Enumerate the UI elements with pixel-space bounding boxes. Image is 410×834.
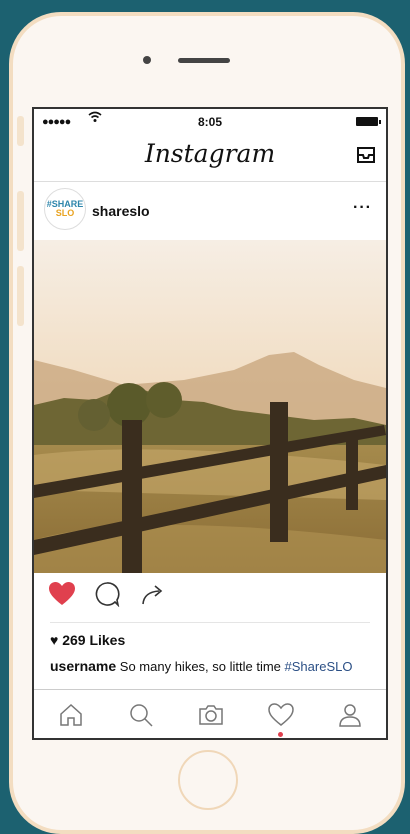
caption-hashtag[interactable]: #ShareSLO (285, 659, 353, 674)
bottom-tab-bar (34, 689, 386, 738)
status-time: 8:05 (197, 115, 223, 129)
caption-text: So many hikes, so little time (119, 659, 281, 674)
heart-outline-icon[interactable] (267, 702, 295, 733)
divider (50, 622, 370, 623)
mute-switch (17, 116, 24, 146)
post-caption: username So many hikes, so little time #… (50, 658, 352, 674)
heart-filled-icon[interactable] (48, 581, 76, 612)
camera-icon[interactable] (197, 702, 225, 733)
avatar-text-bottom: SLO (55, 208, 75, 218)
inbox-icon[interactable] (356, 146, 376, 169)
home-icon[interactable] (58, 702, 84, 733)
top-navigation-bar: Instagram (34, 133, 386, 182)
post-photo[interactable] (34, 240, 386, 573)
battery-icon (356, 117, 381, 126)
likes-label: 269 Likes (62, 632, 126, 648)
account-name[interactable]: shareslo (92, 203, 150, 219)
app-logo: Instagram (144, 139, 276, 168)
earpiece-speaker (178, 58, 230, 63)
home-button[interactable] (178, 750, 238, 810)
volume-up-button (17, 191, 24, 251)
status-bar: ●●●●● 8:05 (34, 109, 386, 133)
front-camera (143, 56, 151, 64)
heart-small-icon: ♥ (50, 632, 59, 648)
post-actions (34, 575, 386, 619)
more-options-icon[interactable]: ··· (353, 199, 372, 217)
profile-icon[interactable] (337, 702, 363, 733)
share-icon[interactable] (140, 581, 166, 612)
avatar[interactable]: #SHARE SLO (44, 188, 86, 230)
search-icon[interactable] (128, 702, 154, 733)
volume-down-button (17, 266, 24, 326)
comment-icon[interactable] (94, 581, 120, 612)
caption-username[interactable]: username (50, 658, 116, 674)
phone-screen: ●●●●● 8:05 Instagram #SHARE SLO shareslo… (32, 107, 388, 740)
post-header: #SHARE SLO shareslo ··· (34, 182, 386, 240)
likes-count[interactable]: ♥ 269 Likes (50, 632, 125, 648)
notification-dot (278, 732, 283, 737)
